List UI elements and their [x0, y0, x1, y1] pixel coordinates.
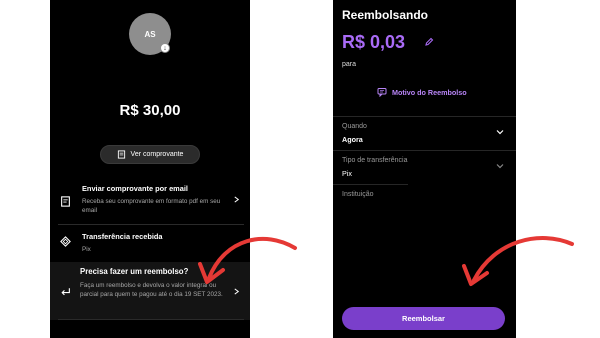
avatar-initials: AS	[144, 29, 156, 39]
document-icon	[61, 196, 70, 207]
chevron-right-icon	[234, 196, 240, 203]
chevron-down-icon[interactable]	[496, 162, 504, 170]
row-title: Transferência recebida	[82, 232, 163, 241]
edit-pencil-icon[interactable]	[424, 37, 434, 47]
refund-amount: R$ 0,03	[342, 32, 406, 52]
divider	[333, 116, 516, 117]
row-description: Receba seu comprovante em formato pdf em…	[82, 198, 221, 214]
return-arrow-icon	[61, 288, 70, 296]
row-title: Enviar comprovante por email	[82, 184, 188, 193]
transaction-amount: R$ 30,00	[119, 102, 181, 119]
when-label: Quando	[342, 123, 367, 130]
annotation-arrow-right	[462, 236, 574, 286]
refund-reason-label: Motivo do Reembolso	[392, 87, 467, 97]
divider	[333, 150, 516, 151]
row-title: Precisa fazer um reembolso?	[80, 267, 189, 276]
divider	[333, 184, 408, 185]
screen-title: Reembolsando	[342, 8, 429, 22]
institution-label: Instituição	[342, 191, 374, 198]
when-value[interactable]: Agora	[342, 135, 363, 144]
view-receipt-button[interactable]: Ver comprovante	[100, 145, 200, 164]
annotation-arrow-left	[198, 236, 297, 284]
receipt-icon	[117, 150, 125, 159]
transfer-type-value[interactable]: Pix	[342, 169, 352, 178]
view-receipt-label: Ver comprovante	[130, 151, 184, 158]
avatar-badge-icon: ↓	[160, 43, 170, 53]
email-receipt-row[interactable]: Enviar comprovante por email Receba seu …	[58, 180, 244, 225]
stage: AS ↓ R$ 30,00 Ver comprovante Enviar com…	[0, 0, 600, 338]
pix-icon	[60, 236, 71, 247]
transfer-type-label: Tipo de transferência	[342, 157, 408, 164]
chat-icon	[377, 88, 387, 97]
refund-submit-label: Reembolsar	[402, 314, 445, 323]
recipient-label: para	[342, 61, 357, 68]
refund-submit-button[interactable]: Reembolsar	[342, 307, 505, 330]
chevron-down-icon[interactable]	[496, 128, 504, 136]
refund-reason-link[interactable]: Motivo do Reembolso	[377, 87, 467, 97]
